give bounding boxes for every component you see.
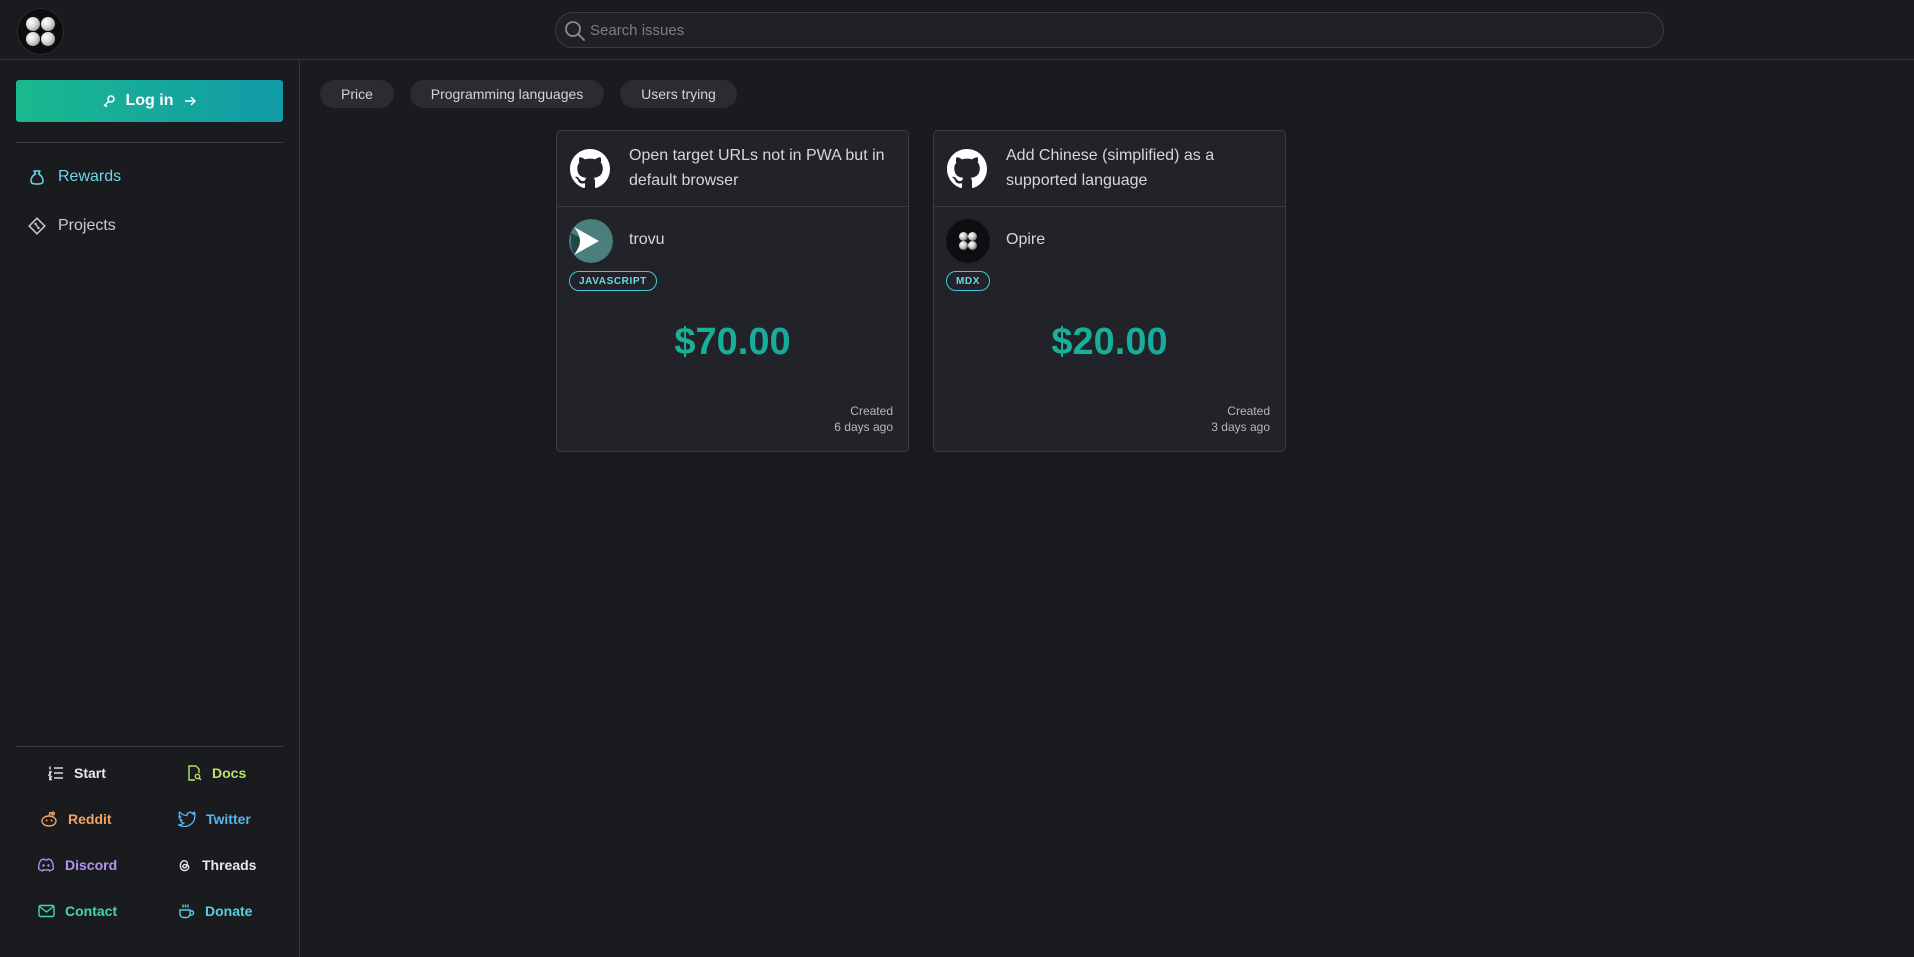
reddit-link[interactable]: Reddit (40, 811, 112, 827)
opire-logo-icon[interactable] (18, 9, 63, 54)
document-search-icon (188, 765, 202, 781)
created-ago: 6 days ago (834, 420, 893, 434)
github-icon (947, 149, 987, 189)
start-link[interactable]: Start (48, 765, 106, 781)
docs-link[interactable]: Docs (186, 765, 246, 781)
reward-price: $70.00 (557, 321, 908, 364)
created-ago: 3 days ago (1211, 420, 1270, 434)
contact-link[interactable]: Contact (38, 903, 117, 919)
discord-label: Discord (65, 857, 118, 873)
twitter-link[interactable]: Twitter (178, 811, 251, 827)
filter-price[interactable]: Price (320, 80, 394, 108)
language-badge: JAVASCRIPT (569, 271, 657, 291)
created-label: Created (1227, 404, 1270, 418)
twitter-icon (178, 811, 196, 827)
sidebar-divider (16, 142, 283, 143)
top-header (0, 0, 1914, 60)
filter-programming-languages[interactable]: Programming languages (410, 80, 604, 108)
reward-card[interactable]: Add Chinese (simplified) as a supported … (933, 130, 1286, 452)
github-icon (570, 149, 610, 189)
coffee-icon (179, 904, 195, 919)
created-label: Created (850, 404, 893, 418)
money-bag-icon (30, 170, 44, 185)
project-name: Opire (1006, 231, 1046, 248)
threads-link[interactable]: Threads (176, 857, 256, 873)
issue-title: Add Chinese (simplified) as a supported … (1006, 147, 1215, 189)
reddit-icon (41, 811, 57, 827)
trovu-avatar (569, 219, 613, 263)
created-info: Created 3 days ago (1211, 403, 1270, 435)
mail-icon (38, 904, 55, 918)
card-header: Add Chinese (simplified) as a supported … (934, 131, 1285, 207)
filter-users-trying[interactable]: Users trying (620, 80, 737, 108)
login-label: Log in (125, 92, 174, 109)
arrow-right-icon (185, 96, 197, 106)
threads-label: Threads (202, 857, 257, 873)
language-badge: MDX (946, 271, 991, 291)
twitter-label: Twitter (206, 811, 251, 827)
search-icon (565, 21, 585, 41)
project-name: trovu (629, 231, 665, 248)
sidebar-item-label: Projects (58, 217, 116, 234)
start-label: Start (74, 765, 106, 781)
login-button[interactable]: Log in (16, 80, 283, 122)
list-icon (48, 766, 63, 781)
search-box[interactable] (555, 12, 1664, 48)
sidebar-item-rewards[interactable]: Rewards (28, 168, 121, 186)
card-header: Open target URLs not in PWA but in defau… (557, 131, 908, 207)
issue-title: Open target URLs not in PWA but in defau… (629, 147, 885, 189)
sidebar-footer-divider (16, 746, 283, 747)
reddit-label: Reddit (68, 811, 112, 827)
docs-label: Docs (212, 765, 247, 781)
reward-price: $20.00 (934, 321, 1285, 364)
threads-icon (179, 860, 190, 872)
opire-avatar (946, 219, 990, 263)
created-info: Created 6 days ago (834, 403, 893, 435)
discord-link[interactable]: Discord (37, 857, 117, 873)
reward-card[interactable]: Open target URLs not in PWA but in defau… (556, 130, 909, 452)
diamond-git-icon (28, 217, 46, 235)
sidebar-item-projects[interactable]: Projects (28, 217, 116, 235)
search-input[interactable] (590, 13, 1650, 47)
sidebar: Log in Rewards Projects Start Docs Reddi… (0, 60, 300, 957)
contact-label: Contact (65, 903, 118, 919)
sidebar-item-label: Rewards (58, 168, 122, 185)
donate-link[interactable]: Donate (178, 903, 252, 919)
key-icon (102, 95, 115, 108)
discord-icon (38, 858, 54, 872)
donate-label: Donate (205, 903, 253, 919)
